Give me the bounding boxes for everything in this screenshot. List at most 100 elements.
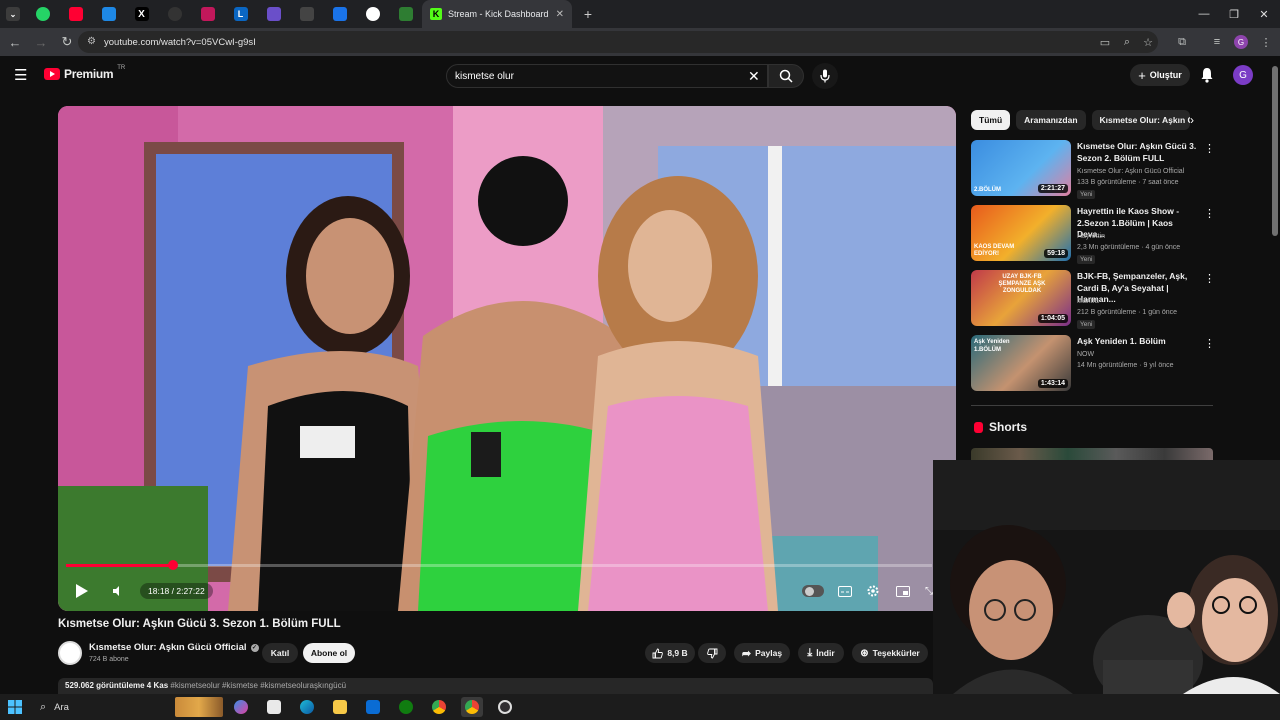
channel-avatar[interactable]: [58, 641, 82, 665]
tab-record-icon[interactable]: [356, 0, 389, 28]
back-icon[interactable]: ←: [3, 30, 27, 54]
autoplay-toggle[interactable]: [802, 585, 824, 597]
tab-x-icon[interactable]: X: [125, 0, 158, 28]
create-button[interactable]: + Oluştur: [1130, 64, 1190, 86]
video-thumbnail[interactable]: KAOS DEVAM EDİYOR! 59:18: [971, 205, 1071, 261]
search-button[interactable]: [768, 64, 804, 88]
url-field[interactable]: ⚙ youtube.com/watch?v=05VCwI-g9sI: [78, 31, 1158, 53]
account-avatar[interactable]: G: [1233, 65, 1253, 85]
new-tab-button[interactable]: +: [576, 6, 600, 22]
copilot-icon[interactable]: [230, 697, 252, 717]
join-button[interactable]: Katıl: [262, 643, 298, 663]
dislike-button[interactable]: [698, 643, 726, 663]
windows-start-icon[interactable]: [8, 700, 22, 714]
youtube-premium-logo[interactable]: Premium TR: [44, 65, 125, 81]
page-scrollbar[interactable]: [1270, 56, 1280, 460]
settings-gear-icon[interactable]: [864, 582, 882, 600]
extensions-icon[interactable]: ⧉: [1171, 31, 1193, 53]
hashtags[interactable]: #kismetseolur #kismetse #kismetseoluraşk…: [170, 681, 346, 690]
more-options-icon[interactable]: ⋮: [1204, 337, 1215, 350]
tab-vpn-icon[interactable]: [257, 0, 290, 28]
recommendation-item[interactable]: Aşk Yeniden 1.BÖLÜM 1:43:14 Aşk Yeniden …: [971, 335, 1216, 393]
volume-button[interactable]: [110, 583, 126, 599]
tab-l-icon[interactable]: L: [224, 0, 257, 28]
video-thumbnail[interactable]: UZAY BJK-FB ŞEMPANZE AŞK ZONGULDAK 1:04:…: [971, 270, 1071, 326]
cast-icon[interactable]: ▭: [1094, 31, 1116, 53]
profile-avatar[interactable]: G: [1230, 31, 1252, 53]
recommendation-channel: NOW: [1077, 351, 1095, 358]
captions-icon[interactable]: [836, 583, 854, 599]
tab-shield-icon[interactable]: [92, 0, 125, 28]
search-icon: ⌕: [40, 700, 47, 713]
channel-name[interactable]: Kısmetse Olur: Aşkın Gücü Official ✓: [89, 642, 259, 653]
bookmark-star-icon[interactable]: ☆: [1137, 31, 1159, 53]
time-display: 18:18 / 2:27:22: [140, 583, 213, 599]
search-input[interactable]: kismetse olur: [446, 64, 768, 88]
channel-name-text: Kısmetse Olur: Aşkın Gücü Official: [89, 642, 247, 653]
obs-icon[interactable]: [494, 697, 516, 717]
more-options-icon[interactable]: ⋮: [1204, 272, 1215, 285]
tab-stream-icon[interactable]: [389, 0, 422, 28]
media-icon[interactable]: ≡: [1206, 31, 1228, 53]
taskbar-search[interactable]: ⌕ Ara: [32, 696, 172, 718]
search-icon: [779, 69, 793, 83]
video-progress-bar[interactable]: [66, 560, 932, 570]
like-button[interactable]: 8,9 B: [645, 643, 695, 663]
chip-from-search[interactable]: Aramanızdan: [1016, 110, 1086, 130]
recommendation-item[interactable]: KAOS DEVAM EDİYOR! 59:18 Hayrettin ile K…: [971, 205, 1216, 264]
browser-menu-icon[interactable]: ⋮: [1255, 31, 1277, 53]
chrome-icon[interactable]: [428, 697, 450, 717]
chevron-right-icon[interactable]: ›: [1190, 113, 1194, 127]
close-window-icon[interactable]: ✕: [1248, 0, 1280, 28]
scrollbar-thumb[interactable]: [1272, 66, 1278, 236]
video-duration: 2:21:27: [1037, 184, 1068, 193]
widgets-icon[interactable]: [174, 697, 224, 717]
tab-app-icon[interactable]: [191, 0, 224, 28]
play-button[interactable]: [72, 581, 92, 601]
xbox-icon[interactable]: [395, 697, 417, 717]
miniplayer-icon[interactable]: [894, 583, 912, 599]
reload-icon[interactable]: ↻: [55, 30, 79, 54]
like-count: 8,9 B: [667, 648, 688, 658]
zoom-icon[interactable]: ⌕: [1116, 31, 1138, 53]
shorts-thumbnails-strip[interactable]: [971, 448, 1213, 460]
description-box[interactable]: 529.062 görüntüleme 4 Kas #kismetseolur …: [58, 678, 933, 694]
kick-icon: K: [430, 8, 442, 20]
subscribe-button[interactable]: Abone ol: [303, 643, 355, 663]
chip-all[interactable]: Tümü: [971, 110, 1011, 130]
active-tab[interactable]: K Stream - Kick Dashboard ✕: [422, 0, 572, 28]
tab-search-button[interactable]: ⌄: [0, 0, 26, 28]
recommendation-item[interactable]: UZAY BJK-FB ŞEMPANZE AŞK ZONGULDAK 1:04:…: [971, 270, 1216, 329]
clear-search-icon[interactable]: ✕: [748, 68, 760, 85]
share-button[interactable]: ➦ Paylaş: [734, 643, 790, 663]
recommendation-channel: Mantra: [1077, 298, 1099, 305]
hamburger-menu-icon[interactable]: ☰: [14, 66, 30, 84]
download-button[interactable]: ⤓ İndir: [798, 643, 844, 663]
more-options-icon[interactable]: ⋮: [1204, 142, 1215, 155]
youtube-header: ☰ Premium TR kismetse olur ✕ + Oluştur G: [0, 56, 1270, 96]
chrome-active-icon[interactable]: [461, 697, 483, 717]
site-info-icon[interactable]: ⚙: [87, 36, 96, 47]
forward-icon[interactable]: →: [29, 30, 53, 54]
file-explorer-icon[interactable]: [329, 697, 351, 717]
outlook-icon[interactable]: [362, 697, 384, 717]
minimize-icon[interactable]: —: [1188, 0, 1220, 28]
edge-icon[interactable]: [296, 697, 318, 717]
voice-search-button[interactable]: [812, 63, 838, 89]
tab-mask-icon[interactable]: [290, 0, 323, 28]
video-thumbnail[interactable]: Aşk Yeniden 1.BÖLÜM 1:43:14: [971, 335, 1071, 391]
video-thumbnail[interactable]: 2.BÖLÜM 2:21:27: [971, 140, 1071, 196]
close-tab-icon[interactable]: ✕: [556, 9, 564, 20]
video-player[interactable]: 18:18 / 2:27:22 ⤡: [58, 106, 956, 611]
notifications-bell-icon[interactable]: [1200, 67, 1214, 88]
thanks-button[interactable]: ⊛ Teşekkürler: [852, 643, 928, 663]
tab-translate-icon[interactable]: [323, 0, 356, 28]
recommendation-item[interactable]: 2.BÖLÜM 2:21:27 Kısmetse Olur: Aşkın Güc…: [971, 140, 1216, 199]
tab-whatsapp-icon[interactable]: [26, 0, 59, 28]
microsoft-store-icon[interactable]: [263, 697, 285, 717]
tab-threads-icon[interactable]: [158, 0, 191, 28]
chip-channel[interactable]: Kısmetse Olur: Aşkın Gü: [1091, 110, 1190, 130]
restore-icon[interactable]: ❐: [1218, 0, 1250, 28]
more-options-icon[interactable]: ⋮: [1204, 207, 1215, 220]
tab-youtube-icon[interactable]: [59, 0, 92, 28]
